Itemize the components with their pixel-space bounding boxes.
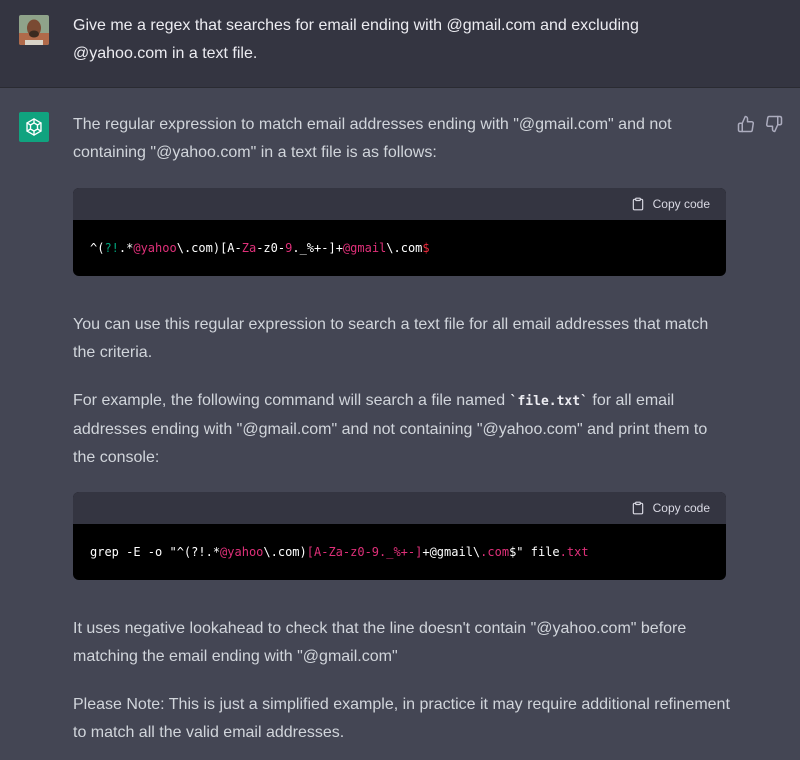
code-token: .txt — [559, 545, 589, 559]
code-token: Za — [241, 241, 257, 255]
code-token: ^( — [90, 241, 105, 255]
code-token: ?! — [104, 241, 119, 255]
code-block-header: Copy code — [73, 188, 726, 220]
code-token: @gmail — [342, 241, 387, 255]
code-block-regex: Copy code ^(?! .* @yahoo \.com)[A- Za -z0- 9 ._… — [73, 188, 726, 276]
code-token: 9 — [285, 241, 293, 255]
code-token: .com — [480, 545, 510, 559]
code-token: @yahoo — [220, 545, 264, 559]
paragraph-3-text-start: For example, the following command will … — [73, 392, 510, 409]
code-token: $" file — [509, 545, 560, 559]
clipboard-icon — [632, 501, 643, 515]
code-token: +@gmail\ — [422, 545, 481, 559]
copy-code-button[interactable]: Copy code — [631, 492, 710, 524]
code-block-header: Copy code — [73, 492, 726, 524]
clipboard-icon — [632, 197, 643, 211]
thumbs-up-icon[interactable] — [737, 115, 755, 133]
assistant-paragraph-4: It uses negative lookahead to check that… — [73, 620, 687, 665]
thumbs-down-icon[interactable] — [765, 115, 783, 133]
code-content: ^(?! .* @yahoo \.com)[A- Za -z0- 9 ._%+-]+ @gmai… — [73, 220, 726, 276]
code-token: $ — [422, 241, 430, 255]
user-message-text: Give me a regex that searches for email … — [73, 17, 639, 62]
code-token: -z0- — [256, 241, 286, 255]
code-token: @yahoo — [133, 241, 177, 255]
code-token: grep -E -o "^(?!.* — [90, 545, 221, 559]
assistant-intro-text: The regular expression to match email ad… — [73, 116, 672, 161]
openai-logo-icon — [19, 112, 49, 142]
assistant-paragraph-3: For example, the following command will … — [73, 387, 733, 472]
code-token: \.com)[A- — [176, 241, 242, 255]
code-token: \.com) — [263, 545, 307, 559]
code-token: [A-Za-z0-9._%+-] — [306, 545, 423, 559]
assistant-paragraph-5: Please Note: This is just a simplified e… — [73, 696, 730, 741]
copy-code-label: Copy code — [652, 197, 710, 211]
user-message: Give me a regex that searches for email … — [0, 0, 800, 88]
inline-code-filename: `file.txt` — [509, 394, 588, 409]
code-token: ._%+-]+ — [292, 241, 343, 255]
code-token: \.com — [386, 241, 423, 255]
assistant-paragraph-2: You can use this regular expression to s… — [73, 316, 709, 361]
copy-code-button[interactable]: Copy code — [631, 188, 710, 220]
user-avatar — [19, 15, 49, 45]
code-content: grep -E -o "^(?!.* @yahoo \.com) [A-Za-z0-9… — [73, 524, 726, 580]
code-token: .* — [118, 241, 134, 255]
copy-code-label: Copy code — [652, 501, 710, 515]
code-block-grep-command: Copy code grep -E -o "^(?!.* @yahoo \.com)… — [73, 492, 726, 580]
